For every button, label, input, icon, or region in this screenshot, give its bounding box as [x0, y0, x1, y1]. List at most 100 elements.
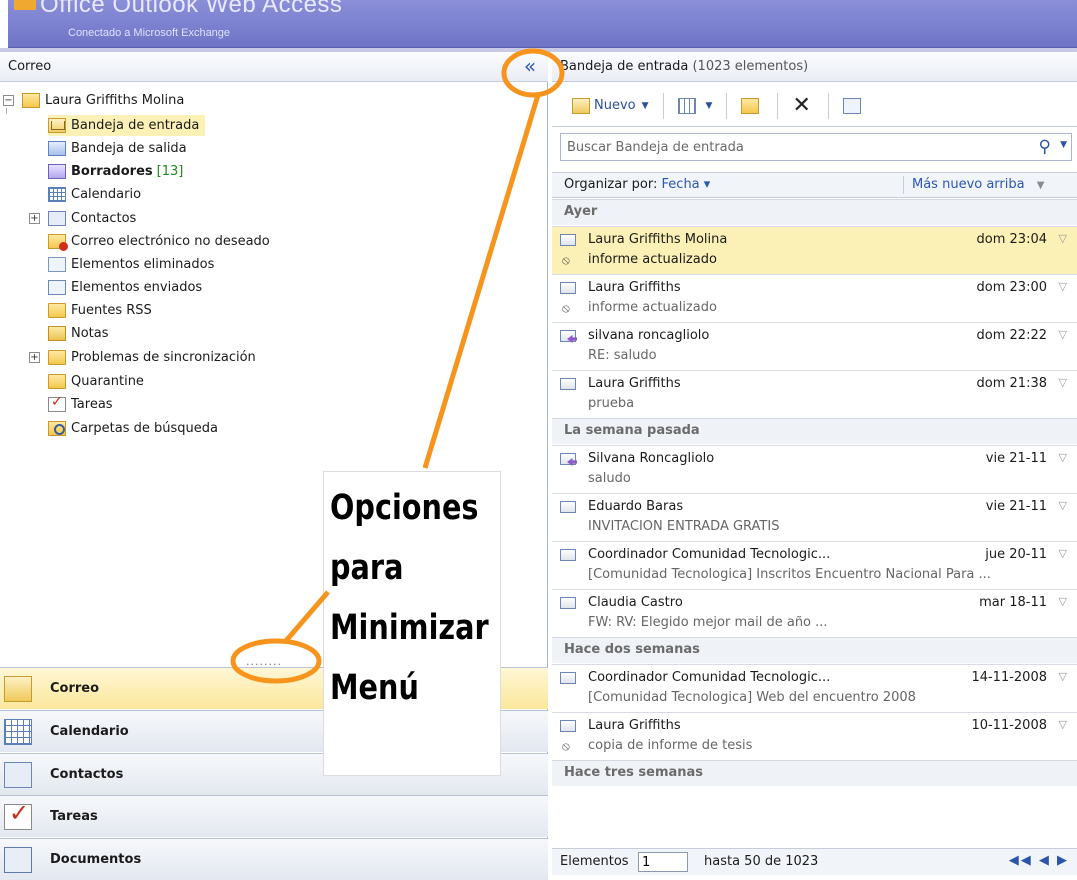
message-subject: prueba — [588, 396, 635, 411]
message-row[interactable]: Laura Griffiths dom 21:38 ▽ prueba — [552, 370, 1077, 418]
message-sender: Claudia Castro — [588, 595, 683, 610]
arrange-by[interactable]: Organizar por: Fecha ▾ — [564, 177, 710, 192]
expand-contacts-icon[interactable]: + — [29, 213, 40, 224]
nav-tasks[interactable]: Tareas — [0, 795, 548, 837]
folder-outbox[interactable]: Bandeja de salida — [48, 138, 187, 159]
view-button[interactable]: ▼ — [672, 92, 719, 120]
flag-icon[interactable]: ▽ — [1059, 595, 1067, 608]
message-date: mar 18-11 — [979, 595, 1047, 610]
folder-deleted-items[interactable]: Elementos eliminados — [48, 254, 214, 275]
navigation-pane-title: Correo — [8, 59, 52, 74]
message-sender: Coordinador Comunidad Tecnologic... — [588, 670, 831, 685]
nav-label: Tareas — [50, 809, 98, 824]
folder-junk[interactable]: Correo electrónico no deseado — [48, 231, 270, 252]
flag-icon[interactable]: ▽ — [1059, 376, 1067, 389]
tree-collapse-icon[interactable]: − — [3, 95, 14, 106]
sort-direction-icon: ▼ — [1036, 180, 1045, 191]
drafts-icon — [48, 164, 66, 179]
flag-icon[interactable]: ▽ — [1059, 280, 1067, 293]
envelope-icon — [560, 282, 576, 294]
folder-label: Quarantine — [71, 374, 144, 389]
inbox-icon — [48, 118, 66, 133]
envelope-icon — [560, 672, 576, 684]
nav-label: Correo — [50, 681, 100, 696]
sort-order[interactable]: Más nuevo arriba ▼ — [912, 177, 1044, 192]
message-row[interactable]: Laura Griffiths 10-11-2008 ▽ ⦸ copia de … — [552, 712, 1077, 760]
app-subtitle: Conectado a Microsoft Exchange — [68, 27, 231, 39]
chevron-down-icon[interactable]: ▼ — [1060, 140, 1067, 150]
folder-inbox[interactable]: Bandeja de entrada — [48, 115, 206, 136]
message-sender: Silvana Roncagliolo — [588, 451, 715, 466]
message-row[interactable]: Laura Griffiths Molina dom 23:04 ▽ ⦸ inf… — [552, 226, 1077, 274]
message-sender: Laura Griffiths Molina — [588, 232, 728, 247]
message-row[interactable]: Silvana Roncagliolo vie 21-11 ▽ saludo — [552, 445, 1077, 493]
search-icon[interactable]: ⚲ — [1039, 137, 1051, 157]
message-subject: saludo — [588, 471, 631, 486]
flag-icon[interactable]: ▽ — [1059, 718, 1067, 731]
envelope-icon — [560, 597, 576, 609]
folder-contacts[interactable]: Contactos — [48, 208, 136, 229]
message-date: vie 21-11 — [985, 499, 1047, 514]
chevron-down-icon[interactable]: ▼ — [706, 101, 713, 111]
mailbox-icon — [22, 93, 40, 108]
arrange-label: Organizar por: — [564, 177, 658, 192]
flag-icon[interactable]: ▽ — [1059, 547, 1067, 560]
folder-drafts[interactable]: Borradores [13] — [48, 161, 183, 182]
flag-icon[interactable]: ▽ — [1059, 670, 1067, 683]
folder-label: Elementos enviados — [71, 280, 203, 295]
flag-icon[interactable]: ▽ — [1059, 328, 1067, 341]
folder-calendar[interactable]: Calendario — [48, 184, 141, 205]
annotation-line: Menú — [330, 668, 419, 708]
move-to-folder-button[interactable] — [735, 92, 769, 120]
page-number-input[interactable] — [638, 852, 688, 872]
group-header: Hace tres semanas — [552, 760, 1077, 786]
group-header: Hace dos semanas — [552, 637, 1077, 663]
outbox-icon — [48, 141, 66, 156]
collapse-navigation-button[interactable]: « — [518, 55, 542, 77]
flag-icon[interactable]: ▽ — [1059, 499, 1067, 512]
page-navigation-icons[interactable]: ◀◀ ◀ ▶ — [1009, 853, 1069, 868]
toolbar: Nuevo ▼ ▼ ✕ — [552, 85, 1077, 127]
message-row[interactable]: Coordinador Comunidad Tecnologic... 14-1… — [552, 664, 1077, 712]
folder-rss[interactable]: Fuentes RSS — [48, 300, 152, 321]
deleted-items-icon — [48, 257, 66, 272]
documents-icon — [4, 846, 32, 873]
schedule-button[interactable] — [837, 92, 871, 120]
message-row[interactable]: Eduardo Baras vie 21-11 ▽ INVITACION ENT… — [552, 493, 1077, 541]
nav-label: Calendario — [50, 724, 129, 739]
expand-sync-issues-icon[interactable]: + — [29, 352, 40, 363]
message-date: 14-11-2008 — [971, 670, 1047, 685]
replied-envelope-icon — [560, 453, 576, 465]
folder-label: Notas — [71, 326, 109, 341]
folder-search-folders[interactable]: Carpetas de búsqueda — [48, 418, 218, 439]
attachment-icon: ⦸ — [562, 253, 570, 267]
folder-label: Problemas de sincronización — [71, 350, 256, 365]
folder-label: Elementos eliminados — [71, 257, 215, 272]
delete-icon: ✕ — [792, 92, 811, 118]
nav-documents[interactable]: Documentos — [0, 838, 548, 880]
chevron-down-icon[interactable]: ▼ — [642, 101, 649, 111]
message-row[interactable]: Laura Griffiths dom 23:00 ▽ ⦸ informe ac… — [552, 274, 1077, 322]
folder-label: Fuentes RSS — [71, 303, 152, 318]
flag-icon[interactable]: ▽ — [1059, 232, 1067, 245]
message-row[interactable]: silvana roncagliolo dom 22:22 ▽ RE: salu… — [552, 322, 1077, 370]
folder-label: Bandeja de entrada — [71, 118, 200, 133]
folder-sent-items[interactable]: Elementos enviados — [48, 277, 202, 298]
folder-quarantine[interactable]: Quarantine — [48, 371, 144, 392]
message-row[interactable]: Coordinador Comunidad Tecnologic... jue … — [552, 541, 1077, 589]
search-input[interactable] — [561, 134, 1011, 160]
tasks-icon — [4, 799, 32, 830]
folder-tasks[interactable]: Tareas — [48, 394, 113, 415]
mailbox-root[interactable]: Laura Griffiths Molina — [22, 90, 184, 111]
search-box: ⚲ ▼ — [560, 133, 1072, 161]
message-row[interactable]: Claudia Castro mar 18-11 ▽ FW: RV: Elegi… — [552, 589, 1077, 637]
folder-label: Carpetas de búsqueda — [71, 421, 218, 436]
delete-button[interactable]: ✕ — [786, 92, 820, 120]
annotation-line: Minimizar — [330, 608, 489, 648]
flag-icon[interactable]: ▽ — [1059, 451, 1067, 464]
item-count: (1023 elementos) — [692, 59, 809, 74]
folder-sync-issues[interactable]: Problemas de sincronización — [48, 347, 256, 368]
folder-notes[interactable]: Notas — [48, 323, 109, 344]
envelope-icon — [560, 549, 576, 561]
new-message-button[interactable]: Nuevo ▼ — [566, 92, 655, 120]
